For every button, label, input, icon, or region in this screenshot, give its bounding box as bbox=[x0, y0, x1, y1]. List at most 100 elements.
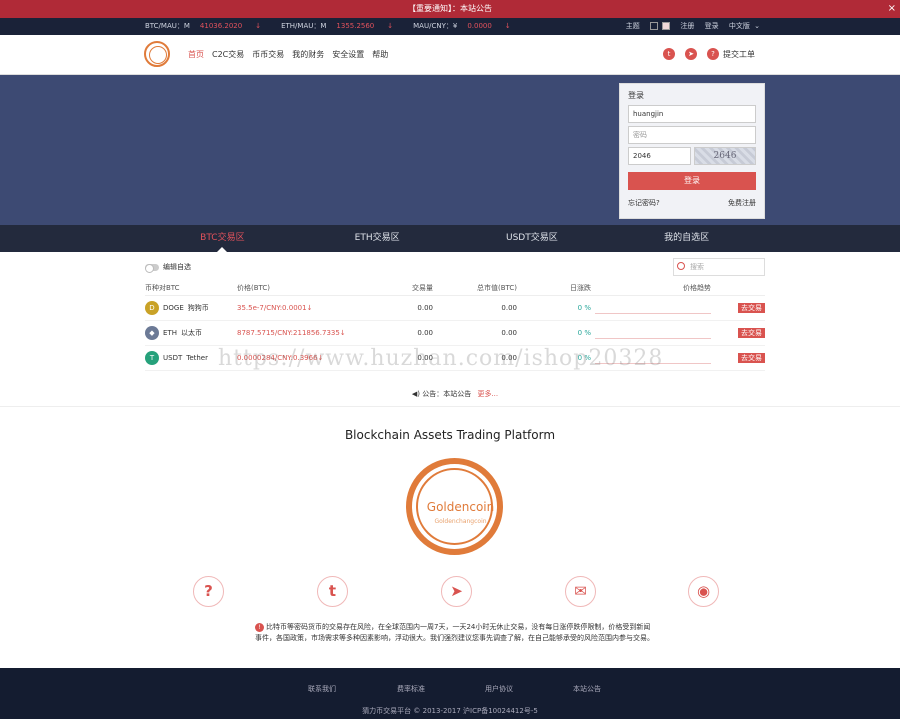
risk-text: 比特币等密码货币的交易存在风险，在全球范围内一周7天，一天24小时无休止交易，没… bbox=[255, 623, 654, 642]
login-title: 登录 bbox=[628, 91, 644, 100]
footer-link-2[interactable]: 用户协议 bbox=[485, 684, 513, 694]
market-tabs: BTC交易区 ETH交易区 USDT交易区 我的自选区 bbox=[0, 225, 900, 252]
coin-cell: D DOGE 狗狗币 bbox=[145, 301, 237, 315]
telegram-icon[interactable]: ➤ bbox=[441, 576, 472, 607]
watermark: https://www.huzhan.com/ishop20328 bbox=[218, 346, 664, 371]
theme-light-swatch[interactable] bbox=[662, 22, 671, 30]
nav-icons: t ➤ ? 提交工单 bbox=[663, 48, 755, 60]
price-arrow: ↓ bbox=[339, 329, 346, 337]
column-header[interactable]: 币种对BTC bbox=[145, 280, 237, 295]
main-nav: 首页 C2C交易 币币交易 我的财务 安全设置 帮助 t ➤ ? 提交工单 bbox=[0, 35, 900, 75]
trade-button[interactable]: 去交易 bbox=[738, 328, 765, 338]
announcement-text[interactable]: 公告：本站公告 bbox=[422, 390, 471, 398]
coin-name: 狗狗币 bbox=[187, 304, 209, 312]
trend-sparkline bbox=[595, 312, 711, 314]
close-icon[interactable]: × bbox=[888, 0, 896, 18]
footer-link-1[interactable]: 费率标准 bbox=[397, 684, 425, 694]
change-cell: 0 % bbox=[577, 304, 591, 312]
warning-icon: ! bbox=[255, 623, 264, 632]
captcha-row: 2046 2646 bbox=[628, 147, 756, 168]
register-link[interactable]: 注册 bbox=[680, 22, 694, 30]
twitter-icon[interactable]: t bbox=[317, 576, 348, 607]
captcha-image[interactable]: 2646 bbox=[694, 147, 756, 165]
tab-3[interactable]: 我的自选区 bbox=[609, 225, 764, 252]
speaker-icon: ◀) bbox=[411, 390, 420, 398]
login-link[interactable]: 登录 bbox=[705, 22, 719, 30]
trade-cell: 去交易 bbox=[711, 353, 765, 363]
market-table: 编辑自选 搜索 币种对BTC 价格(BTC) 交易量 总市值(BTC) 日涨跌 价格趋势 … bbox=[145, 252, 765, 399]
brand-sub: Goldenchangcoin bbox=[434, 518, 487, 525]
volume-cell: 0.00 bbox=[417, 304, 433, 312]
username-input[interactable]: huangjin bbox=[628, 105, 756, 123]
captcha-input[interactable]: 2046 bbox=[628, 147, 691, 165]
trend-cell bbox=[591, 303, 711, 314]
menu-item-2[interactable]: 币币交易 bbox=[252, 50, 284, 59]
menu-item-0[interactable]: 首页 bbox=[188, 50, 204, 59]
chevron-down-icon[interactable]: ⌄ bbox=[754, 22, 760, 30]
twitter-icon[interactable]: t bbox=[663, 48, 675, 60]
github-icon[interactable]: ◉ bbox=[688, 576, 719, 607]
footer: 联系我们 费率标准 用户协议 本站公告 猜力币交易平台 © 2013-2017 沪IC… bbox=[0, 668, 900, 719]
table-header: 币种对BTC 价格(BTC) 交易量 总市值(BTC) 日涨跌 价格趋势 bbox=[145, 280, 765, 296]
footer-link-0[interactable]: 联系我们 bbox=[308, 684, 336, 694]
menu-item-1[interactable]: C2C交易 bbox=[212, 50, 244, 59]
announcement-bar: ◀) 公告：本站公告 更多... bbox=[145, 389, 765, 399]
help-icon[interactable]: ? bbox=[193, 576, 224, 607]
submit-ticket-link[interactable]: 提交工单 bbox=[723, 49, 755, 60]
password-input[interactable]: 密码 bbox=[628, 126, 756, 144]
email-icon[interactable]: ✉ bbox=[565, 576, 596, 607]
question-icon[interactable]: ? bbox=[707, 48, 719, 60]
column-header[interactable]: 交易量 bbox=[367, 280, 433, 295]
edit-favorites-toggle[interactable] bbox=[145, 264, 159, 273]
ticker-arrow: ↓ bbox=[387, 22, 394, 30]
copyright: 猜力币交易平台 © 2013-2017 沪ICP备10024412号-5 bbox=[362, 707, 538, 715]
trade-cell: 去交易 bbox=[711, 303, 765, 313]
coin-symbol: DOGE bbox=[163, 304, 184, 312]
theme-dark-swatch[interactable] bbox=[649, 22, 658, 30]
price-value: 8787.5715/CNY:211856.7335 bbox=[237, 329, 340, 337]
coin-symbol: ETH bbox=[163, 329, 177, 337]
ticker-items: BTC/MAU：M 41036.2020 ↓ ETH/MAU：M 1355.2560 ↓ M… bbox=[145, 18, 531, 35]
cap-cell: 0.00 bbox=[501, 329, 517, 337]
column-header[interactable]: 价格趋势 bbox=[591, 280, 711, 295]
ticker-arrow: ↓ bbox=[255, 22, 262, 30]
footer-link-3[interactable]: 本站公告 bbox=[573, 684, 601, 694]
tab-1[interactable]: ETH交易区 bbox=[300, 225, 455, 252]
menu-item-4[interactable]: 安全设置 bbox=[332, 50, 364, 59]
column-header[interactable]: 总市值(BTC) bbox=[433, 280, 517, 295]
trade-button[interactable]: 去交易 bbox=[738, 303, 765, 313]
logo[interactable] bbox=[144, 41, 170, 67]
main-menu: 首页 C2C交易 币币交易 我的财务 安全设置 帮助 bbox=[188, 35, 396, 75]
column-header[interactable]: 价格(BTC) bbox=[237, 280, 367, 295]
table-row[interactable]: ◆ ETH 以太币 8787.5715/CNY:211856.7335↓ 0.00 0.0… bbox=[145, 321, 765, 346]
ticker-item[interactable]: ETH/MAU：M 1355.2560 ↓ bbox=[281, 22, 403, 30]
forgot-password-link[interactable]: 忘记密码? bbox=[628, 198, 660, 208]
tab-2[interactable]: USDT交易区 bbox=[455, 225, 610, 252]
notice-text[interactable]: 【重要通知】：本站公告 bbox=[408, 4, 492, 13]
coin-icon: T bbox=[145, 351, 159, 365]
login-button[interactable]: 登录 bbox=[628, 172, 756, 190]
ticker-item[interactable]: MAU/CNY：¥ 0.0000 ↓ bbox=[413, 22, 521, 30]
table-row[interactable]: D DOGE 狗狗币 35.5e-7/CNY:0.0001↓ 0.00 0.00 0 % 去交… bbox=[145, 296, 765, 321]
column-header[interactable]: 日涨跌 bbox=[517, 280, 591, 295]
coin-icon: ◆ bbox=[145, 326, 159, 340]
menu-item-3[interactable]: 我的财务 bbox=[292, 50, 324, 59]
price-value: 35.5e-7/CNY:0.0001 bbox=[237, 304, 307, 312]
trade-cell: 去交易 bbox=[711, 328, 765, 338]
trade-button[interactable]: 去交易 bbox=[738, 353, 765, 363]
menu-item-5[interactable]: 帮助 bbox=[372, 50, 388, 59]
language-select[interactable]: 中文版 bbox=[729, 22, 750, 30]
telegram-icon[interactable]: ➤ bbox=[685, 48, 697, 60]
notice-bar: 【重要通知】：本站公告 × bbox=[0, 0, 900, 18]
ticker-item[interactable]: BTC/MAU：M 41036.2020 ↓ bbox=[145, 22, 271, 30]
price-cell: 35.5e-7/CNY:0.0001↓ bbox=[237, 304, 367, 312]
search-icon bbox=[677, 262, 685, 270]
brand-logo: Goldencoin Goldenchangcoin bbox=[406, 458, 503, 555]
edit-favorites-label: 编辑自选 bbox=[163, 263, 191, 271]
search-input[interactable]: 搜索 bbox=[673, 258, 765, 276]
tab-0[interactable]: BTC交易区 bbox=[145, 225, 300, 252]
social-links: ? t ➤ ✉ ◉ bbox=[0, 576, 900, 608]
announcement-more-link[interactable]: 更多... bbox=[477, 390, 498, 398]
hero-banner: 登录 huangjin 密码 2046 2646 登录 忘记密码? 免费注册 bbox=[0, 75, 900, 225]
register-free-link[interactable]: 免费注册 bbox=[728, 198, 756, 208]
